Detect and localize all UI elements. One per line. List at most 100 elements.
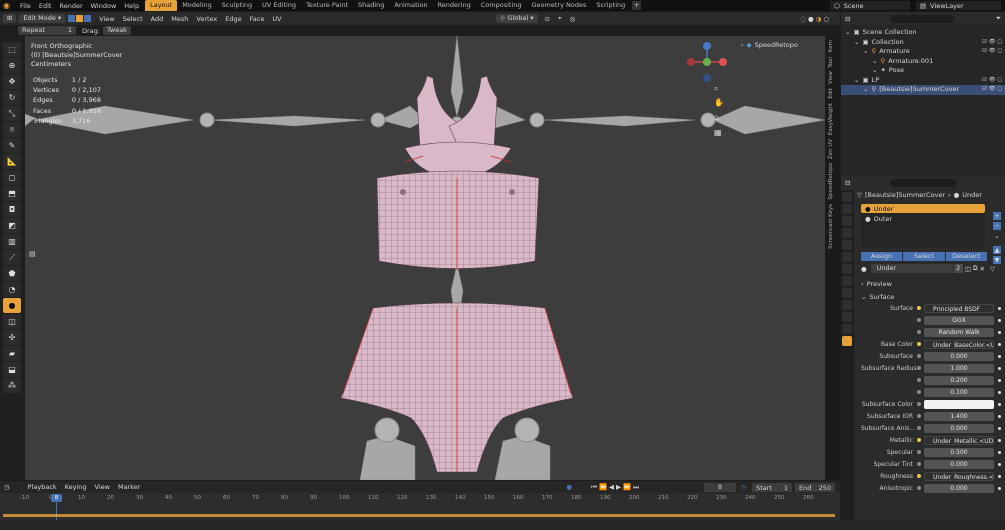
keyframe-dot-icon[interactable] <box>998 402 1001 406</box>
property-field[interactable]: 1.400 <box>924 411 994 421</box>
keyframe-dot-icon[interactable] <box>998 462 1001 466</box>
vertex-select-icon[interactable] <box>68 15 76 22</box>
property-field[interactable]: 0.500 <box>924 447 994 457</box>
chevron-down-icon[interactable]: ⌄ <box>872 57 877 67</box>
workspace-tab-uv-editing[interactable]: UV Editing <box>257 0 301 11</box>
solid-shading-icon[interactable]: ● <box>808 15 814 23</box>
select-button[interactable]: Select <box>903 252 945 261</box>
workspace-tab-shading[interactable]: Shading <box>353 0 389 11</box>
rotate-tool-icon[interactable]: ↻ <box>3 90 21 105</box>
inset-tool-icon[interactable]: ◘ <box>3 202 21 217</box>
visibility-icons[interactable]: ☑ 👁 ◻ <box>982 85 1002 95</box>
pan-hand-icon[interactable]: ✋ <box>714 98 724 107</box>
loop-cut-tool-icon[interactable]: ▥ <box>3 234 21 249</box>
3d-viewport[interactable]: ⌕ ✋ ⌂ ▦ › ◆ SpeedRetopo ▤ <box>25 36 825 480</box>
repeat-field[interactable]: Repeat 1 <box>18 26 76 35</box>
add-workspace-button[interactable]: + <box>632 1 642 10</box>
sidebar-tab-tool[interactable]: Tool <box>828 57 834 68</box>
keyframe-dot-icon[interactable] <box>998 390 1001 394</box>
output-tab-icon[interactable] <box>842 216 852 226</box>
properties-editor-icon[interactable]: ⊟ <box>845 179 850 187</box>
bevel-tool-icon[interactable]: ◩ <box>3 218 21 233</box>
chevron-down-icon[interactable]: ⌄ <box>863 85 868 95</box>
property-field[interactable]: 0.000 <box>924 423 994 433</box>
keyframe-dot-icon[interactable] <box>998 342 1001 346</box>
wireframe-shading-icon[interactable]: ◌ <box>800 15 806 23</box>
jump-start-icon[interactable]: ⏮ <box>591 483 597 492</box>
smooth-tool-icon[interactable]: ● <box>3 298 21 313</box>
view-layer-tab-icon[interactable] <box>842 228 852 238</box>
timeline-menu-view[interactable]: View <box>91 483 114 491</box>
sidebar-tab-item[interactable]: Item <box>828 40 834 53</box>
speedretopo-panel[interactable]: › ◆ SpeedRetopo <box>741 41 798 49</box>
tool-tab-icon[interactable] <box>842 192 852 202</box>
pivot-icon[interactable]: ⊙ <box>545 15 550 23</box>
menu-edit[interactable]: Edit <box>35 2 56 10</box>
subsurface-color-swatch[interactable] <box>924 399 994 409</box>
face-select-icon[interactable] <box>84 15 92 22</box>
ortho-grid-icon[interactable]: ▦ <box>714 128 722 137</box>
keyframe-dot-icon[interactable] <box>998 414 1001 418</box>
sidebar-tab-edit[interactable]: Edit <box>828 88 834 99</box>
keyframe-dot-icon[interactable] <box>998 474 1001 478</box>
chevron-down-icon[interactable]: ⌄ <box>854 76 859 86</box>
timeline-menu-playback[interactable]: Playback <box>24 483 61 491</box>
linked-input-field[interactable]: Under_Roughness.<U... <box>924 471 994 481</box>
remove-slot-icon[interactable]: − <box>993 222 1001 230</box>
keyframe-dot-icon[interactable] <box>998 378 1001 382</box>
header-menu-view[interactable]: View <box>95 15 118 23</box>
playhead[interactable]: 8 <box>51 494 62 502</box>
chevron-down-icon[interactable]: ⌄ <box>845 28 850 38</box>
outliner-row[interactable]: ⌄ ▣ LP ☑ 👁 ◻ <box>841 76 1005 86</box>
shear-tool-icon[interactable]: ▰ <box>3 346 21 361</box>
header-menu-select[interactable]: Select <box>119 15 147 23</box>
sidebar-tab-easyweight[interactable]: EasyWeight <box>828 103 834 135</box>
record-icon[interactable]: ● <box>566 483 572 491</box>
workspace-tab-sculpting[interactable]: Sculpting <box>217 0 257 11</box>
navigation-gizmo[interactable] <box>687 42 727 82</box>
socket-icon[interactable] <box>917 438 921 442</box>
linked-input-field[interactable]: Under_Metallic.<UDIM... <box>924 435 994 445</box>
move-tool-icon[interactable]: ✥ <box>3 74 21 89</box>
material-tab-icon[interactable] <box>842 336 852 346</box>
workspace-tab-geometry-nodes[interactable]: Geometry Nodes <box>527 0 592 11</box>
material-slots-list[interactable]: ● Under ● Outer <box>861 204 985 248</box>
slot-menu-icon[interactable]: ⌄ <box>993 232 1001 240</box>
filter-icon[interactable]: ⏷ <box>996 14 1001 23</box>
rendered-shading-icon[interactable]: ○ <box>823 15 829 23</box>
socket-icon[interactable] <box>917 402 921 406</box>
material-browse-icon[interactable]: ● <box>861 265 867 273</box>
end-frame-field[interactable]: End 250 <box>795 483 835 492</box>
keyframe-dot-icon[interactable] <box>998 318 1001 322</box>
socket-icon[interactable] <box>917 390 921 394</box>
keyframe-dot-icon[interactable] <box>998 306 1001 310</box>
outliner-search[interactable] <box>890 14 955 23</box>
workspace-tab-compositing[interactable]: Compositing <box>476 0 527 11</box>
material-slot-outer[interactable]: ● Outer <box>861 214 985 223</box>
shrink-fatten-tool-icon[interactable]: ✣ <box>3 330 21 345</box>
zoom-icon[interactable]: ⌕ <box>714 84 718 94</box>
move-down-icon[interactable]: ▼ <box>993 256 1001 264</box>
funnel-icon[interactable]: ▽ <box>990 265 995 273</box>
socket-icon[interactable] <box>917 474 921 478</box>
outliner-row[interactable]: ⌄ ▣ Scene Collection <box>841 28 1005 38</box>
scene-tab-icon[interactable] <box>842 240 852 250</box>
socket-icon[interactable] <box>917 366 921 370</box>
socket-icon[interactable] <box>917 342 921 346</box>
socket-icon[interactable] <box>917 318 921 322</box>
jump-end-icon[interactable]: ⏭ <box>633 483 639 492</box>
material-slot-under[interactable]: ● Under <box>861 204 985 213</box>
sidebar-tab-zen-uv[interactable]: Zen UV <box>828 139 834 159</box>
measure-tool-icon[interactable]: 📐 <box>3 154 21 169</box>
property-field[interactable]: Random Walk <box>924 327 994 337</box>
outliner-editor-icon[interactable]: ⊟ <box>845 15 850 23</box>
duplicate-icon[interactable]: ⧉ <box>973 264 978 273</box>
proportional-edit-icon[interactable]: ◎ <box>570 15 576 23</box>
keyframe-dot-icon[interactable] <box>998 438 1001 442</box>
rip-tool-icon[interactable]: ⬓ <box>3 362 21 377</box>
menu-help[interactable]: Help <box>120 2 143 10</box>
socket-icon[interactable] <box>917 486 921 490</box>
linked-input-field[interactable]: Under_BaseColor.<U... <box>924 339 994 349</box>
workspace-tab-layout[interactable]: Layout <box>145 0 178 11</box>
workspace-tab-scripting[interactable]: Scripting <box>591 0 630 11</box>
